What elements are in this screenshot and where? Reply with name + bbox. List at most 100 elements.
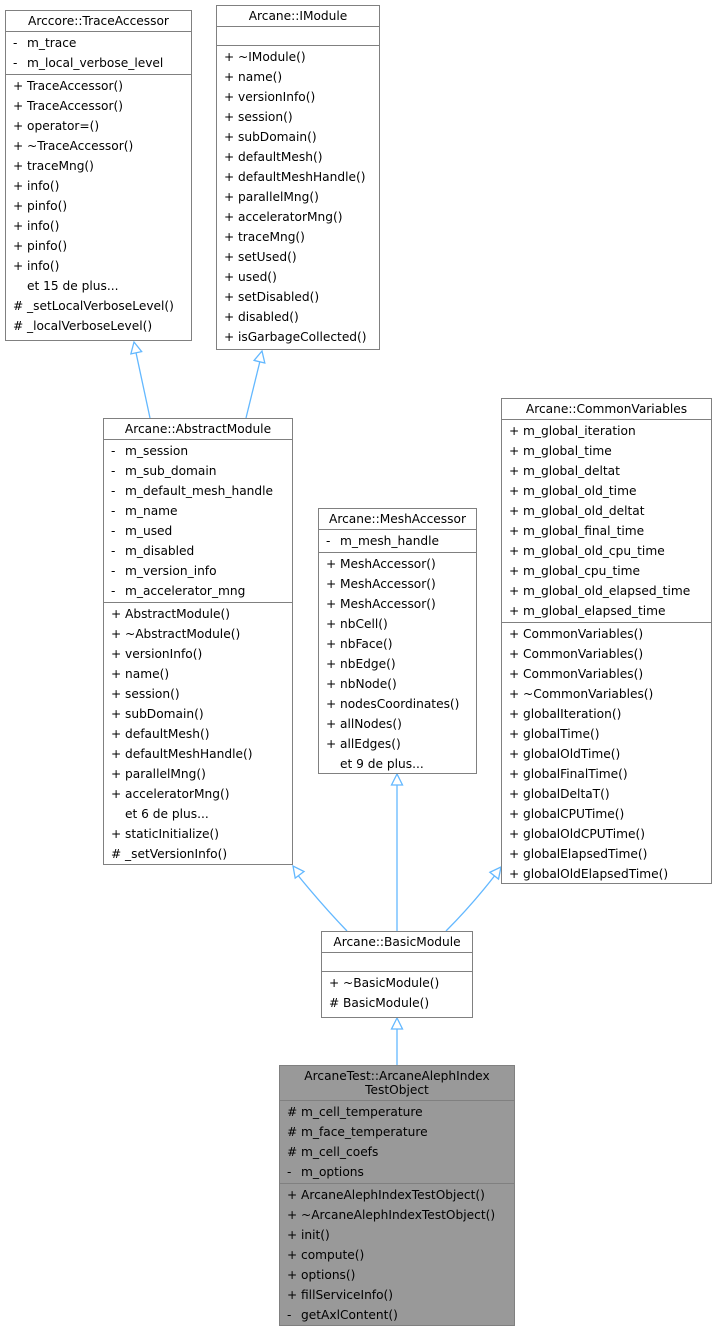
method-row[interactable]: + name() — [104, 664, 292, 684]
attribute-row[interactable]: - m_sub_domain — [104, 461, 292, 481]
class-box-abstract-module[interactable]: Arcane::AbstractModule - m_session - m_sub_d… — [103, 418, 293, 865]
method-row[interactable]: + pinfo() — [6, 196, 191, 216]
attribute-row[interactable]: + m_global_cpu_time — [502, 561, 711, 581]
method-row[interactable]: et 9 de plus... — [319, 754, 476, 774]
attribute-row[interactable]: - m_options — [280, 1162, 514, 1182]
method-row[interactable]: + nbEdge() — [319, 654, 476, 674]
method-row[interactable]: + ~TraceAccessor() — [6, 136, 191, 156]
method-row[interactable]: + info() — [6, 176, 191, 196]
method-row[interactable]: + TraceAccessor() — [6, 76, 191, 96]
class-box-trace-accessor[interactable]: Arccore::TraceAccessor - m_trace - m_local_v… — [5, 10, 192, 341]
attribute-row[interactable]: - m_accelerator_mng — [104, 581, 292, 601]
method-row[interactable]: + allNodes() — [319, 714, 476, 734]
method-row[interactable]: + info() — [6, 256, 191, 276]
method-row[interactable]: + init() — [280, 1225, 514, 1245]
method-row[interactable]: # BasicModule() — [322, 993, 472, 1013]
method-row[interactable]: + compute() — [280, 1245, 514, 1265]
method-row[interactable]: + ~ArcaneAlephIndexTestObject() — [280, 1205, 514, 1225]
attribute-row[interactable]: # m_cell_temperature — [280, 1102, 514, 1122]
method-row[interactable]: + parallelMng() — [217, 187, 379, 207]
attribute-row[interactable]: + m_global_time — [502, 441, 711, 461]
method-row[interactable]: + info() — [6, 216, 191, 236]
method-row[interactable]: + globalIteration() — [502, 704, 711, 724]
method-row[interactable]: # _setVersionInfo() — [104, 844, 292, 864]
method-row[interactable]: + fillServiceInfo() — [280, 1285, 514, 1305]
method-row[interactable]: + globalOldTime() — [502, 744, 711, 764]
method-row[interactable]: + session() — [217, 107, 379, 127]
method-row[interactable]: # _setLocalVerboseLevel() — [6, 296, 191, 316]
method-row[interactable]: + ~BasicModule() — [322, 973, 472, 993]
method-row[interactable]: + isGarbageCollected() — [217, 327, 379, 347]
method-row[interactable]: + session() — [104, 684, 292, 704]
method-row[interactable]: + ArcaneAlephIndexTestObject() — [280, 1185, 514, 1205]
attribute-row[interactable]: - m_default_mesh_handle — [104, 481, 292, 501]
method-row[interactable]: + globalDeltaT() — [502, 784, 711, 804]
attribute-row[interactable]: - m_local_verbose_level — [6, 53, 191, 73]
method-row[interactable]: + pinfo() — [6, 236, 191, 256]
method-row[interactable]: et 6 de plus... — [104, 804, 292, 824]
method-row[interactable]: + used() — [217, 267, 379, 287]
class-box-arcane-aleph-index-test-object[interactable]: ArcaneTest::ArcaneAlephIndex TestObject #… — [279, 1065, 515, 1326]
method-row[interactable]: + MeshAccessor() — [319, 554, 476, 574]
class-box-basic-module[interactable]: Arcane::BasicModule + ~BasicModule() # Basic… — [321, 931, 473, 1018]
attribute-row[interactable]: + m_global_final_time — [502, 521, 711, 541]
method-row[interactable]: - getAxlContent() — [280, 1305, 514, 1325]
method-row[interactable]: + CommonVariables() — [502, 624, 711, 644]
attribute-row[interactable]: + m_global_deltat — [502, 461, 711, 481]
method-row[interactable]: + allEdges() — [319, 734, 476, 754]
method-row[interactable]: + ~IModule() — [217, 47, 379, 67]
method-row[interactable]: + subDomain() — [217, 127, 379, 147]
attribute-row[interactable]: + m_global_old_elapsed_time — [502, 581, 711, 601]
method-row[interactable]: + options() — [280, 1265, 514, 1285]
attribute-row[interactable]: + m_global_old_cpu_time — [502, 541, 711, 561]
method-row[interactable]: + ~AbstractModule() — [104, 624, 292, 644]
method-row[interactable]: + nodesCoordinates() — [319, 694, 476, 714]
method-row[interactable]: # _localVerboseLevel() — [6, 316, 191, 336]
method-row[interactable]: + operator=() — [6, 116, 191, 136]
attribute-row[interactable]: - m_session — [104, 441, 292, 461]
attribute-row[interactable]: - m_used — [104, 521, 292, 541]
attribute-row[interactable]: - m_trace — [6, 33, 191, 53]
method-row[interactable]: + globalOldCPUTime() — [502, 824, 711, 844]
method-row[interactable]: + globalFinalTime() — [502, 764, 711, 784]
method-row[interactable]: + nbFace() — [319, 634, 476, 654]
class-box-mesh-accessor[interactable]: Arcane::MeshAccessor - m_mesh_handle + MeshA… — [318, 508, 477, 774]
method-row[interactable]: + nbCell() — [319, 614, 476, 634]
method-row[interactable]: + defaultMesh() — [104, 724, 292, 744]
method-row[interactable]: + staticInitialize() — [104, 824, 292, 844]
method-row[interactable]: et 15 de plus... — [6, 276, 191, 296]
method-row[interactable]: + nbNode() — [319, 674, 476, 694]
method-row[interactable]: + versionInfo() — [217, 87, 379, 107]
attribute-row[interactable]: - m_mesh_handle — [319, 531, 476, 551]
attribute-row[interactable]: + m_global_old_deltat — [502, 501, 711, 521]
method-row[interactable]: + setUsed() — [217, 247, 379, 267]
method-row[interactable]: + versionInfo() — [104, 644, 292, 664]
attribute-row[interactable]: # m_face_temperature — [280, 1122, 514, 1142]
attribute-row[interactable]: - m_name — [104, 501, 292, 521]
attribute-row[interactable]: # m_cell_coefs — [280, 1142, 514, 1162]
method-row[interactable]: + CommonVariables() — [502, 644, 711, 664]
attribute-row[interactable]: + m_global_old_time — [502, 481, 711, 501]
attribute-row[interactable]: + m_global_iteration — [502, 421, 711, 441]
method-row[interactable]: + disabled() — [217, 307, 379, 327]
method-row[interactable]: + defaultMeshHandle() — [104, 744, 292, 764]
attribute-row[interactable]: - m_disabled — [104, 541, 292, 561]
method-row[interactable]: + globalElapsedTime() — [502, 844, 711, 864]
method-row[interactable]: + setDisabled() — [217, 287, 379, 307]
method-row[interactable]: + AbstractModule() — [104, 604, 292, 624]
attribute-row[interactable]: + m_global_elapsed_time — [502, 601, 711, 621]
method-row[interactable]: + globalTime() — [502, 724, 711, 744]
method-row[interactable]: + parallelMng() — [104, 764, 292, 784]
method-row[interactable]: + CommonVariables() — [502, 664, 711, 684]
method-row[interactable]: + defaultMeshHandle() — [217, 167, 379, 187]
method-row[interactable]: + traceMng() — [6, 156, 191, 176]
method-row[interactable]: + traceMng() — [217, 227, 379, 247]
method-row[interactable]: + MeshAccessor() — [319, 594, 476, 614]
method-row[interactable]: + TraceAccessor() — [6, 96, 191, 116]
class-box-imodule[interactable]: Arcane::IModule + ~IModule() + name() + versio… — [216, 5, 380, 350]
method-row[interactable]: + defaultMesh() — [217, 147, 379, 167]
method-row[interactable]: + ~CommonVariables() — [502, 684, 711, 704]
class-box-common-variables[interactable]: Arcane::CommonVariables + m_global_iterati… — [501, 398, 712, 884]
attribute-row[interactable]: - m_version_info — [104, 561, 292, 581]
method-row[interactable]: + globalOldElapsedTime() — [502, 864, 711, 884]
